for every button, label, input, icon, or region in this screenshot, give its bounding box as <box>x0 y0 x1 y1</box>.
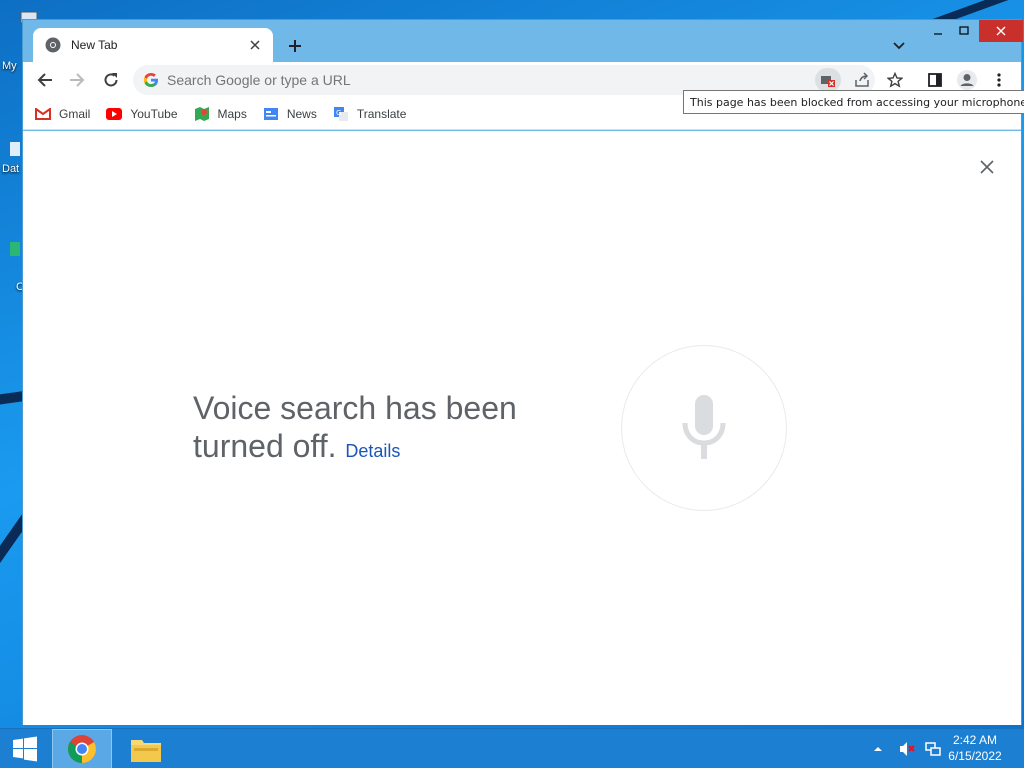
share-button[interactable] <box>849 68 875 92</box>
tab-close-icon[interactable] <box>243 33 267 57</box>
bookmark-label: News <box>286 106 317 121</box>
folder-icon <box>131 740 161 762</box>
details-link[interactable]: Details <box>345 441 400 461</box>
tab-search-button[interactable] <box>887 34 911 58</box>
forward-arrow-icon <box>70 73 85 87</box>
desktop-icon-label: My <box>2 60 17 72</box>
omnibox-input[interactable] <box>167 72 767 88</box>
svg-text:G: G <box>336 109 341 117</box>
volume-muted-icon[interactable] <box>898 740 916 758</box>
window-close-button[interactable] <box>979 20 1023 42</box>
microphone-button[interactable] <box>621 345 787 511</box>
taskbar-chrome-button[interactable] <box>52 729 112 768</box>
chrome-icon <box>45 37 61 53</box>
mic-blocked-button[interactable] <box>815 68 841 92</box>
voice-search-message: Voice search has been turned off. Detail… <box>193 389 573 470</box>
bookmark-label: YouTube <box>130 106 178 121</box>
bookmark-news[interactable]: News <box>263 107 317 121</box>
camera-mic-blocked-icon <box>821 76 835 87</box>
microphone-icon <box>682 395 726 459</box>
clock-date: 6/15/2022 <box>948 749 1002 763</box>
gmail-icon <box>35 107 51 120</box>
more-vert-icon <box>997 73 1001 87</box>
side-panel-icon <box>928 73 942 87</box>
share-icon <box>855 72 869 87</box>
app-icon[interactable] <box>10 240 20 258</box>
database-icon[interactable] <box>10 140 20 158</box>
tab-strip: New Tab <box>23 20 1023 62</box>
chevron-down-icon <box>893 42 905 50</box>
tab-new-tab[interactable]: New Tab <box>33 28 273 62</box>
browser-window: New Tab Search Google or type a URL Gmai… <box>22 19 1024 725</box>
star-icon <box>887 72 903 88</box>
forward-button[interactable] <box>63 66 91 94</box>
reload-icon <box>104 73 118 87</box>
chevron-up-icon[interactable] <box>872 743 884 755</box>
close-icon <box>996 26 1006 36</box>
taskbar-file-explorer-button[interactable] <box>118 729 174 768</box>
bookmark-label: Translate <box>356 106 407 121</box>
new-tab-button[interactable] <box>281 32 309 60</box>
bookmark-translate[interactable]: G Translate <box>333 106 407 122</box>
tab-title: New Tab <box>71 38 118 52</box>
youtube-icon <box>106 107 123 120</box>
google-icon <box>143 73 158 87</box>
maps-icon <box>194 106 209 121</box>
start-button[interactable] <box>0 729 50 768</box>
maximize-icon <box>959 26 969 35</box>
bookmark-label: Maps <box>217 106 247 121</box>
reload-button[interactable] <box>97 66 125 94</box>
minimize-icon <box>934 33 942 35</box>
close-voice-search-button[interactable] <box>973 153 1001 181</box>
back-button[interactable] <box>31 66 59 94</box>
profile-avatar-icon <box>957 70 977 90</box>
bookmark-label: Gmail <box>59 106 91 121</box>
windows-logo-icon <box>13 736 37 762</box>
bookmark-maps[interactable]: Maps <box>194 106 247 122</box>
taskbar-clock[interactable]: 2:42 AM 6/15/2022 <box>935 732 1015 764</box>
microphone-blocked-tooltip: This page has been blocked from accessin… <box>683 90 1024 114</box>
chrome-logo-icon <box>68 735 96 763</box>
clock-time: 2:42 AM <box>952 733 998 747</box>
desktop-icon-label: Dat <box>2 163 20 175</box>
close-icon <box>980 160 994 174</box>
plus-icon <box>289 40 301 52</box>
bookmark-gmail[interactable]: Gmail <box>35 107 90 121</box>
taskbar: 2:42 AM 6/15/2022 <box>0 728 1024 768</box>
back-arrow-icon <box>37 73 52 87</box>
translate-icon: G <box>333 106 348 121</box>
voice-search-panel: Voice search has been turned off. Detail… <box>23 131 1021 725</box>
system-tray <box>872 729 942 768</box>
maximize-button[interactable] <box>949 20 979 42</box>
bookmark-youtube[interactable]: YouTube <box>106 106 178 121</box>
news-icon <box>263 107 278 120</box>
